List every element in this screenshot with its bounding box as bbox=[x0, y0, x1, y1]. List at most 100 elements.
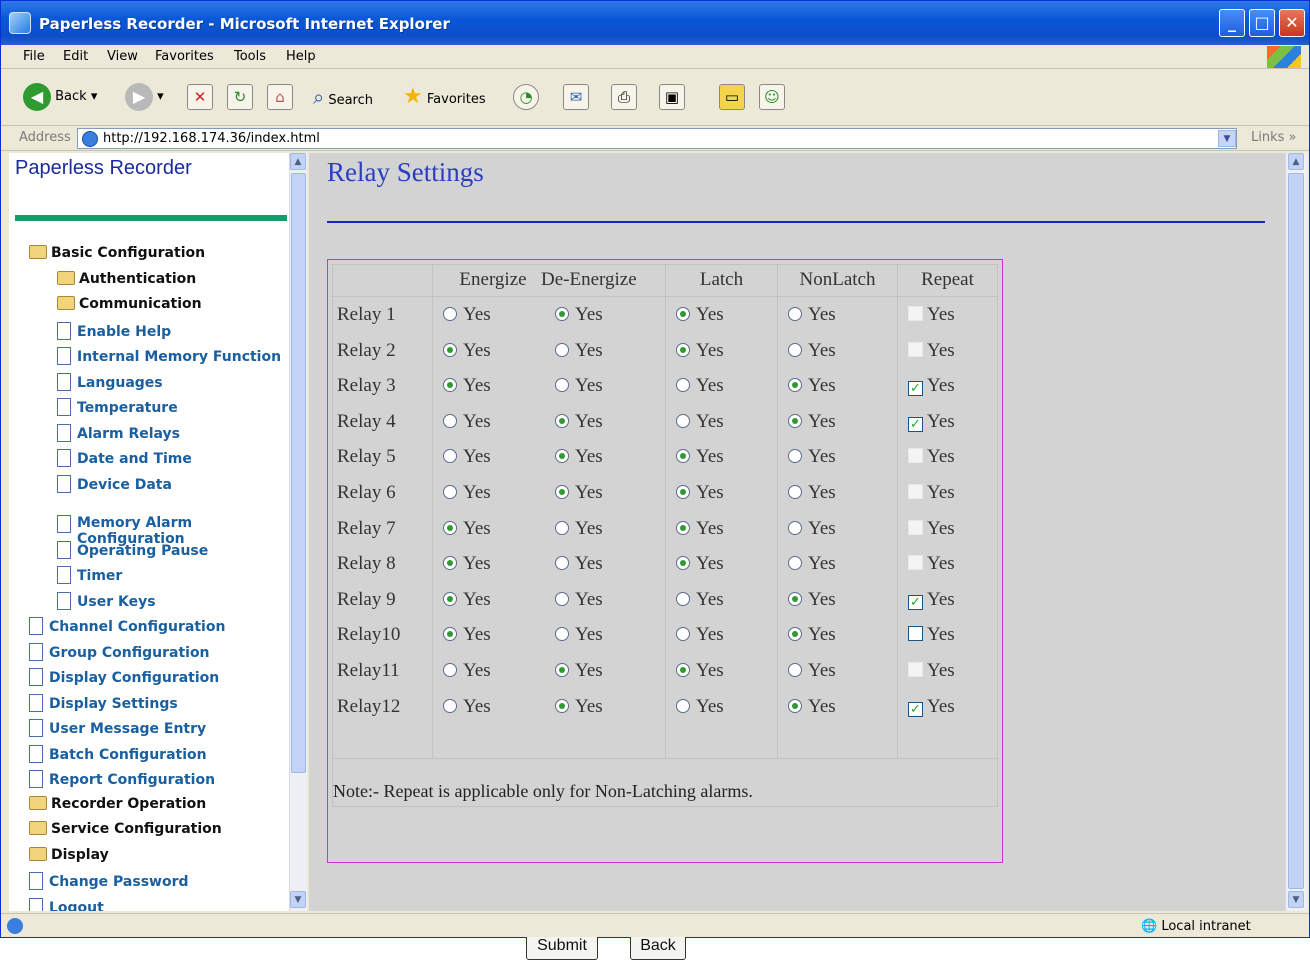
energize-radio[interactable]: Yes bbox=[443, 297, 555, 332]
sidebar-item[interactable]: User Message Entry bbox=[29, 719, 206, 737]
history-icon[interactable]: ◔ bbox=[513, 84, 539, 110]
energize-radio[interactable]: Yes bbox=[443, 368, 555, 403]
radio-button[interactable] bbox=[676, 556, 690, 571]
radio-button[interactable] bbox=[788, 378, 802, 393]
latch-radio[interactable]: Yes bbox=[676, 304, 724, 325]
radio-button[interactable] bbox=[676, 484, 690, 499]
sidebar-item[interactable]: Timer bbox=[57, 566, 122, 584]
sidebar-item[interactable]: Temperature bbox=[57, 398, 178, 416]
radio-button[interactable] bbox=[788, 698, 802, 713]
sidebar-item[interactable]: Display Configuration bbox=[29, 668, 219, 686]
menu-edit[interactable]: Edit bbox=[63, 49, 88, 64]
latch-radio[interactable]: Yes bbox=[676, 446, 724, 467]
radio-button[interactable] bbox=[788, 413, 802, 428]
energize-radio[interactable]: Yes bbox=[443, 404, 555, 439]
sidebar-item[interactable]: Service Configuration bbox=[29, 821, 222, 837]
de-energize-radio[interactable]: Yes bbox=[555, 340, 603, 361]
de-energize-radio[interactable]: Yes bbox=[555, 518, 603, 539]
radio-button[interactable] bbox=[555, 413, 569, 428]
menu-tools[interactable]: Tools bbox=[234, 49, 266, 64]
energize-radio[interactable]: Yes bbox=[443, 439, 555, 474]
de-energize-radio[interactable]: Yes bbox=[555, 304, 603, 325]
address-field[interactable]: http://192.168.174.36/index.html ▼ bbox=[77, 128, 1237, 149]
latch-radio[interactable]: Yes bbox=[676, 375, 724, 396]
nonlatch-radio[interactable]: Yes bbox=[788, 446, 836, 467]
nonlatch-radio[interactable]: Yes bbox=[788, 518, 836, 539]
radio-button[interactable] bbox=[443, 662, 457, 677]
energize-radio[interactable]: Yes bbox=[443, 582, 555, 617]
home-icon[interactable]: ⌂ bbox=[267, 84, 293, 110]
back-button[interactable]: ◀ Back ▾ bbox=[23, 82, 97, 112]
nonlatch-radio[interactable]: Yes bbox=[788, 482, 836, 503]
maximize-button[interactable]: □ bbox=[1249, 9, 1275, 37]
radio-button[interactable] bbox=[443, 698, 457, 713]
de-energize-radio[interactable]: Yes bbox=[555, 624, 603, 645]
energize-radio[interactable]: Yes bbox=[443, 546, 555, 581]
menu-view[interactable]: View bbox=[107, 49, 138, 64]
radio-button[interactable] bbox=[555, 449, 569, 464]
radio-button[interactable] bbox=[443, 342, 457, 357]
latch-radio[interactable]: Yes bbox=[676, 589, 724, 610]
address-dropdown-icon[interactable]: ▼ bbox=[1218, 130, 1236, 147]
energize-radio[interactable]: Yes bbox=[443, 653, 555, 688]
radio-button[interactable] bbox=[788, 520, 802, 535]
repeat-checkbox[interactable]: ✓ bbox=[908, 701, 923, 717]
stop-icon[interactable]: ✕ bbox=[187, 84, 213, 110]
radio-button[interactable] bbox=[676, 520, 690, 535]
close-button[interactable]: ✕ bbox=[1279, 9, 1305, 37]
radio-button[interactable] bbox=[443, 449, 457, 464]
sidebar-item[interactable]: Languages bbox=[57, 372, 163, 391]
sidebar-item[interactable]: Batch Configuration bbox=[29, 744, 207, 763]
sidebar-item[interactable]: Alarm Relays bbox=[57, 423, 180, 442]
repeat-checkbox[interactable]: ✓ bbox=[908, 416, 923, 432]
energize-radio[interactable]: Yes bbox=[443, 511, 555, 546]
content-scroll-down-icon[interactable]: ▼ bbox=[1288, 891, 1304, 908]
search-button[interactable]: ⌕ Search bbox=[313, 82, 373, 112]
menu-file[interactable]: File bbox=[23, 49, 45, 64]
nonlatch-radio[interactable]: Yes bbox=[788, 411, 836, 432]
nonlatch-radio[interactable]: Yes bbox=[788, 624, 836, 645]
radio-button[interactable] bbox=[676, 307, 690, 321]
de-energize-radio[interactable]: Yes bbox=[555, 589, 603, 610]
sidebar-item[interactable]: Authentication bbox=[57, 270, 196, 287]
de-energize-radio[interactable]: Yes bbox=[555, 660, 603, 681]
nonlatch-radio[interactable]: Yes bbox=[788, 553, 836, 574]
menu-favorites[interactable]: Favorites bbox=[155, 49, 214, 64]
radio-button[interactable] bbox=[443, 484, 457, 499]
repeat-checkbox[interactable]: ✓ bbox=[908, 381, 923, 397]
favorites-button[interactable]: ★ Favorites bbox=[403, 82, 486, 112]
radio-button[interactable] bbox=[555, 342, 569, 357]
scroll-down-icon[interactable]: ▼ bbox=[290, 891, 306, 908]
minimize-button[interactable]: _ bbox=[1219, 9, 1245, 37]
sidebar-item[interactable]: Communication bbox=[57, 296, 202, 312]
content-scroll-thumb[interactable] bbox=[1288, 173, 1304, 889]
radio-button[interactable] bbox=[555, 556, 569, 571]
nonlatch-radio[interactable]: Yes bbox=[788, 304, 836, 325]
radio-button[interactable] bbox=[555, 307, 569, 321]
sidebar-item[interactable]: Recorder Operation bbox=[29, 795, 206, 812]
sidebar-scrollbar[interactable]: ▲ ▼ bbox=[289, 153, 307, 911]
radio-button[interactable] bbox=[676, 449, 690, 464]
radio-button[interactable] bbox=[676, 662, 690, 677]
radio-button[interactable] bbox=[788, 449, 802, 464]
energize-radio[interactable]: Yes bbox=[443, 617, 555, 652]
sidebar-item[interactable]: Internal Memory Function bbox=[57, 347, 281, 365]
latch-radio[interactable]: Yes bbox=[676, 411, 724, 432]
nonlatch-radio[interactable]: Yes bbox=[788, 589, 836, 610]
sidebar-item[interactable]: Enable Help bbox=[57, 321, 171, 340]
sidebar-scroll-thumb[interactable] bbox=[291, 173, 306, 773]
sidebar-item[interactable]: Report Configuration bbox=[29, 770, 215, 788]
sidebar-item[interactable]: Display bbox=[29, 846, 109, 863]
radio-button[interactable] bbox=[443, 307, 457, 321]
messenger-icon[interactable]: ☺ bbox=[759, 84, 785, 110]
radio-button[interactable] bbox=[676, 591, 690, 606]
print-icon[interactable]: ⎙ bbox=[611, 84, 637, 110]
repeat-checkbox[interactable] bbox=[908, 626, 923, 642]
energize-radio[interactable]: Yes bbox=[443, 689, 555, 724]
radio-button[interactable] bbox=[555, 662, 569, 677]
radio-button[interactable] bbox=[555, 698, 569, 713]
radio-button[interactable] bbox=[788, 627, 802, 642]
radio-button[interactable] bbox=[676, 698, 690, 713]
de-energize-radio[interactable]: Yes bbox=[555, 411, 603, 432]
repeat-checkbox[interactable]: ✓ bbox=[908, 594, 923, 610]
